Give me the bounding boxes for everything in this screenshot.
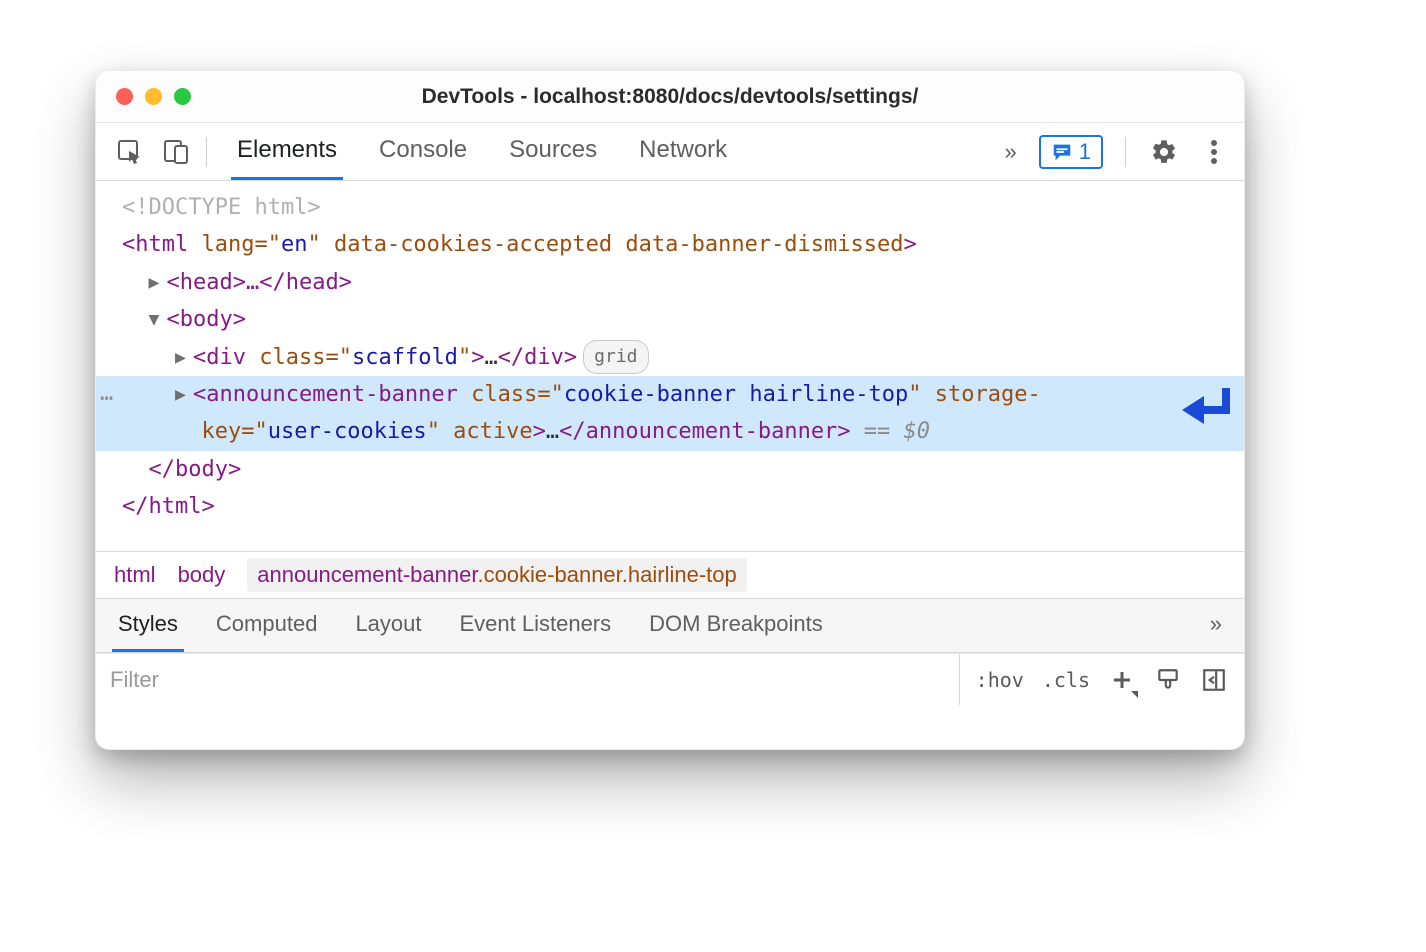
subtab-computed[interactable]: Computed	[210, 599, 324, 652]
new-style-rule-icon[interactable]	[1108, 668, 1136, 692]
inspect-element-icon[interactable]	[110, 132, 150, 172]
tab-network[interactable]: Network	[633, 123, 733, 180]
dom-tree[interactable]: <!DOCTYPE html> <html lang="en" data-coo…	[96, 181, 1244, 551]
devtools-window: DevTools - localhost:8080/docs/devtools/…	[95, 70, 1245, 750]
toolbar-divider-2	[1125, 137, 1126, 167]
ellipsis-icon[interactable]: ⋯	[100, 380, 115, 417]
titlebar: DevTools - localhost:8080/docs/devtools/…	[96, 71, 1244, 123]
breadcrumb-item-selected[interactable]: announcement-banner.cookie-banner.hairli…	[247, 558, 746, 592]
styles-subtabs: Styles Computed Layout Event Listeners D…	[96, 599, 1244, 653]
breadcrumb-item-body[interactable]: body	[178, 562, 226, 588]
styles-filter-row: :hov .cls	[96, 653, 1244, 705]
subtab-styles[interactable]: Styles	[112, 599, 184, 652]
settings-icon[interactable]	[1144, 132, 1184, 172]
grid-badge[interactable]: grid	[583, 340, 648, 375]
device-toolbar-icon[interactable]	[156, 132, 196, 172]
window-close-button[interactable]	[116, 88, 133, 105]
dom-row-head[interactable]: ▶<head>…</head>	[114, 264, 1244, 301]
tab-console[interactable]: Console	[373, 123, 473, 180]
computed-panel-toggle-icon[interactable]	[1200, 667, 1228, 693]
styles-filter-input[interactable]	[96, 654, 959, 705]
collapse-arrow-icon[interactable]: ▼	[149, 305, 167, 336]
hov-toggle-button[interactable]: :hov	[976, 668, 1024, 692]
main-tabs: Elements Console Sources Network	[231, 123, 733, 180]
expand-arrow-icon[interactable]: ▶	[175, 380, 193, 411]
window-title: DevTools - localhost:8080/docs/devtools/…	[96, 85, 1244, 109]
dom-row-announcement-banner[interactable]: ⋯ ▶<announcement-banner class="cookie-ba…	[96, 376, 1244, 451]
dom-row-doctype[interactable]: <!DOCTYPE html>	[114, 189, 1244, 226]
window-zoom-button[interactable]	[174, 88, 191, 105]
breadcrumb-item-html[interactable]: html	[114, 562, 156, 588]
subtab-event-listeners[interactable]: Event Listeners	[454, 599, 618, 652]
subtab-layout[interactable]: Layout	[349, 599, 427, 652]
selection-pointer-icon	[1176, 382, 1234, 432]
issues-badge[interactable]: 1	[1039, 135, 1103, 169]
subtab-dom-breakpoints[interactable]: DOM Breakpoints	[643, 599, 829, 652]
tabs-overflow-button[interactable]: »	[997, 139, 1025, 165]
tab-elements[interactable]: Elements	[231, 123, 343, 180]
traffic-lights	[96, 88, 191, 105]
expand-arrow-icon[interactable]: ▶	[175, 343, 193, 374]
chat-icon	[1051, 141, 1073, 163]
toolbar-divider	[206, 137, 207, 167]
subtabs-overflow-button[interactable]: »	[1204, 599, 1228, 652]
issues-count: 1	[1079, 139, 1091, 165]
breadcrumb: html body announcement-banner.cookie-ban…	[96, 551, 1244, 599]
dom-row-html-open[interactable]: <html lang="en" data-cookies-accepted da…	[114, 226, 1244, 263]
window-minimize-button[interactable]	[145, 88, 162, 105]
dom-row-body-open[interactable]: ▼<body>	[114, 301, 1244, 338]
paint-brush-icon[interactable]	[1154, 667, 1182, 693]
main-toolbar: Elements Console Sources Network » 1	[96, 123, 1244, 181]
kebab-menu-icon[interactable]	[1194, 132, 1234, 172]
dom-row-div-scaffold[interactable]: ▶<div class="scaffold">…</div>grid	[114, 339, 1244, 376]
styles-filter-tools: :hov .cls	[959, 654, 1244, 705]
tab-sources[interactable]: Sources	[503, 123, 603, 180]
dom-row-html-close[interactable]: </html>	[114, 488, 1244, 525]
expand-arrow-icon[interactable]: ▶	[149, 268, 167, 299]
dom-row-body-close[interactable]: </body>	[114, 451, 1244, 488]
cls-toggle-button[interactable]: .cls	[1042, 668, 1090, 692]
